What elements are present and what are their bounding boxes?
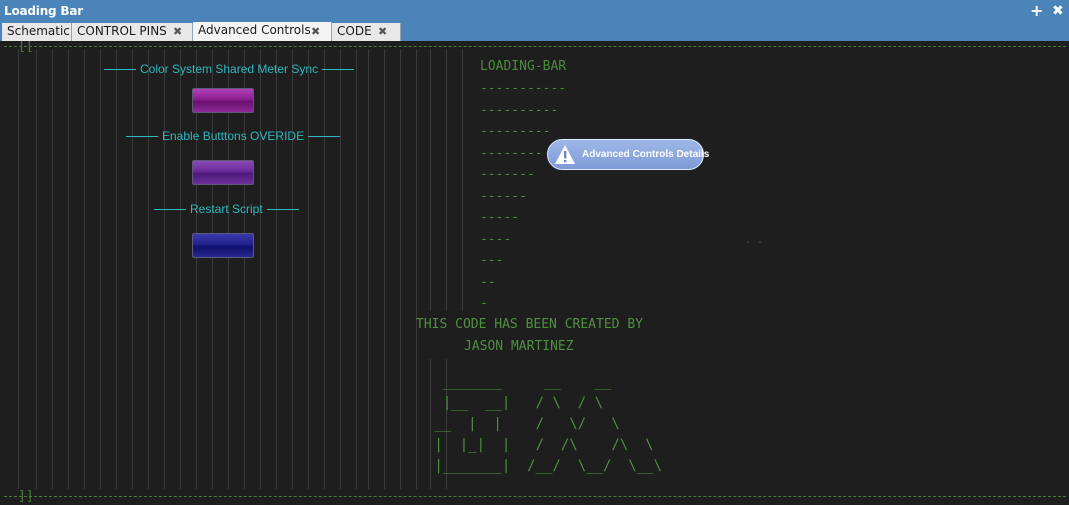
- grid-line: [384, 49, 385, 489]
- grid-line: [446, 49, 447, 311]
- ascii-art-line: _______ __ __: [426, 374, 612, 390]
- grid-line: [462, 49, 463, 311]
- grid-line: [84, 49, 85, 489]
- tab-label: CONTROL PINS: [77, 24, 167, 38]
- ascii-art-line: | |_| | / /\ /\ \: [426, 437, 654, 453]
- grid-line: [52, 49, 53, 489]
- grid-line: [164, 49, 165, 489]
- loading-bar-row: --------: [480, 145, 543, 161]
- add-icon[interactable]: +: [1030, 2, 1043, 20]
- ascii-art-line: |__ __| / \ / \: [426, 395, 604, 411]
- tab-schematic[interactable]: Schematic: [2, 23, 72, 41]
- loading-bar-row: -------: [480, 167, 535, 182]
- enable-buttons-label: Enable Butttons OVERIDE: [122, 129, 344, 143]
- grid-line: [196, 49, 197, 489]
- grid-line: [292, 49, 293, 489]
- grid-line: [132, 49, 133, 489]
- tab-code[interactable]: CODE ✖: [332, 23, 401, 41]
- loading-bar-title: LOADING-BAR: [480, 59, 567, 74]
- credit-line-2: JASON MARTINEZ: [464, 339, 574, 354]
- loading-bar-row: ------: [480, 188, 527, 204]
- advanced-controls-details-label: Advanced Controls Details: [582, 149, 710, 160]
- credit-line-1: THIS CODE HAS BEEN CREATED BY: [416, 317, 643, 332]
- grid-line: [324, 49, 325, 489]
- loading-bar-row: -----: [480, 210, 520, 225]
- grid-line: [180, 49, 181, 489]
- loading-bar-row: -: [480, 296, 488, 311]
- grid-line: [18, 49, 19, 489]
- canvas: [[ ]] Color System Shared Meter Sync Ena…: [0, 41, 1069, 505]
- grid-line: [400, 49, 401, 489]
- grid-line: [148, 49, 149, 489]
- close-tab-icon[interactable]: ✖: [311, 23, 320, 40]
- grid-line: [308, 49, 309, 489]
- loading-bar-row: ---: [480, 253, 504, 268]
- window-titlebar: Loading Bar + ✖: [0, 0, 1069, 22]
- tab-label: CODE: [337, 24, 372, 38]
- grid-line: [416, 49, 417, 489]
- grid-line: [36, 49, 37, 489]
- ascii-art-line: __ | | / \/ \: [426, 416, 620, 432]
- window-title: Loading Bar: [4, 4, 83, 18]
- restart-script-button[interactable]: [192, 233, 254, 258]
- grid-line: [276, 49, 277, 489]
- close-tab-icon[interactable]: ✖: [173, 23, 182, 40]
- grid-line: [116, 49, 117, 489]
- tab-control-pins[interactable]: CONTROL PINS ✖: [72, 23, 193, 41]
- border-bottom: [4, 496, 1066, 497]
- border-top: [4, 46, 1066, 47]
- loading-bar-row: ----------: [480, 102, 559, 118]
- warning-icon: [555, 144, 575, 164]
- close-icon[interactable]: ✖: [1052, 2, 1064, 20]
- advanced-controls-details-badge[interactable]: Advanced Controls Details: [547, 139, 709, 170]
- grid-line: [244, 49, 245, 489]
- restart-script-label: Restart Script: [150, 202, 303, 216]
- grid-line: [212, 49, 213, 489]
- ascii-art-line: |_______| /__/ \__/ \__\: [426, 458, 663, 474]
- loading-bar-row: --: [480, 274, 496, 290]
- loading-bar-row: ----: [480, 231, 512, 247]
- tab-label: Advanced Controls: [198, 23, 311, 37]
- grid-line: [356, 49, 357, 489]
- tab-label: Schematic: [7, 24, 70, 38]
- border-close-bracket: ]]: [18, 489, 34, 504]
- stray-dashes: - -: [745, 237, 764, 248]
- close-tab-icon[interactable]: ✖: [378, 23, 387, 40]
- border-open-bracket: [[: [18, 41, 34, 54]
- color-sync-button[interactable]: [192, 88, 254, 113]
- grid-line: [368, 49, 369, 489]
- grid-line: [100, 49, 101, 489]
- grid-line: [228, 49, 229, 489]
- grid-line: [430, 49, 431, 311]
- enable-buttons-button[interactable]: [192, 160, 254, 185]
- loading-bar-row: -----------: [480, 81, 567, 96]
- color-sync-label: Color System Shared Meter Sync: [100, 62, 358, 76]
- grid-line: [68, 49, 69, 489]
- loading-bar-row: ---------: [480, 124, 551, 139]
- grid-line: [260, 49, 261, 489]
- tab-advanced-controls[interactable]: Advanced Controls ✖: [193, 22, 332, 41]
- tab-strip: Schematic CONTROL PINS ✖ Advanced Contro…: [0, 22, 1069, 41]
- grid-line: [340, 49, 341, 489]
